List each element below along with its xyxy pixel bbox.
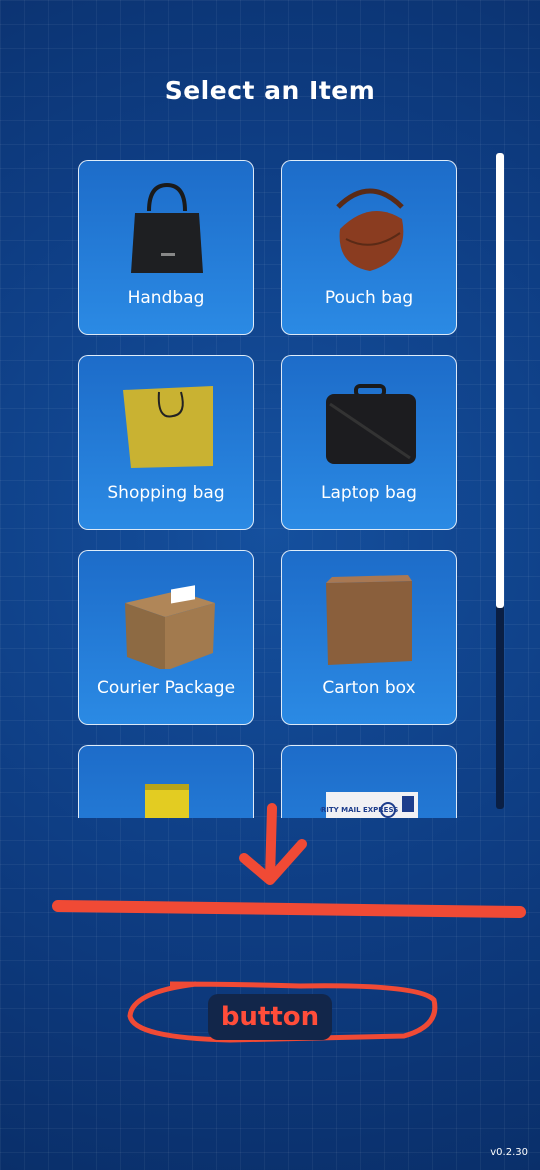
mail-box-text: PRIORITY MAIL EXPRESS <box>320 806 398 814</box>
scrollbar[interactable] <box>496 153 504 809</box>
action-button[interactable]: button <box>208 994 332 1040</box>
item-grid[interactable]: Handbag Pouch bag Shopping bag Laptop ba… <box>78 160 460 818</box>
item-label: Courier Package <box>96 678 236 698</box>
item-label: Carton box <box>322 678 416 698</box>
item-card-carton-box[interactable]: Carton box <box>281 550 457 725</box>
item-card-can[interactable]: grape <box>78 745 254 818</box>
shopping-bag-icon <box>123 386 213 468</box>
laptop-bag-icon <box>326 384 416 464</box>
item-label: Shopping bag <box>107 483 225 503</box>
scrollbar-thumb[interactable] <box>496 153 504 608</box>
version-label: v0.2.30 <box>490 1147 528 1158</box>
courier-package-icon <box>125 585 215 669</box>
item-card-handbag[interactable]: Handbag <box>78 160 254 335</box>
item-card-pouch-bag[interactable]: Pouch bag <box>281 160 457 335</box>
priority-mail-box-icon: PRIORITY MAIL EXPRESS <box>320 792 418 818</box>
item-label: Pouch bag <box>324 288 414 308</box>
carton-box-icon <box>326 575 412 665</box>
page-title: Select an Item <box>164 76 376 105</box>
item-card-priority-mail-box[interactable]: PRIORITY MAIL EXPRESS <box>281 745 457 818</box>
item-card-shopping-bag[interactable]: Shopping bag <box>78 355 254 530</box>
can-icon: grape <box>145 784 189 818</box>
item-card-laptop-bag[interactable]: Laptop bag <box>281 355 457 530</box>
pouch-bag-icon <box>336 188 404 271</box>
item-label: Handbag <box>127 288 205 308</box>
handbag-icon <box>131 182 203 273</box>
item-card-courier-package[interactable]: Courier Package <box>78 550 254 725</box>
item-label: Laptop bag <box>321 483 417 503</box>
